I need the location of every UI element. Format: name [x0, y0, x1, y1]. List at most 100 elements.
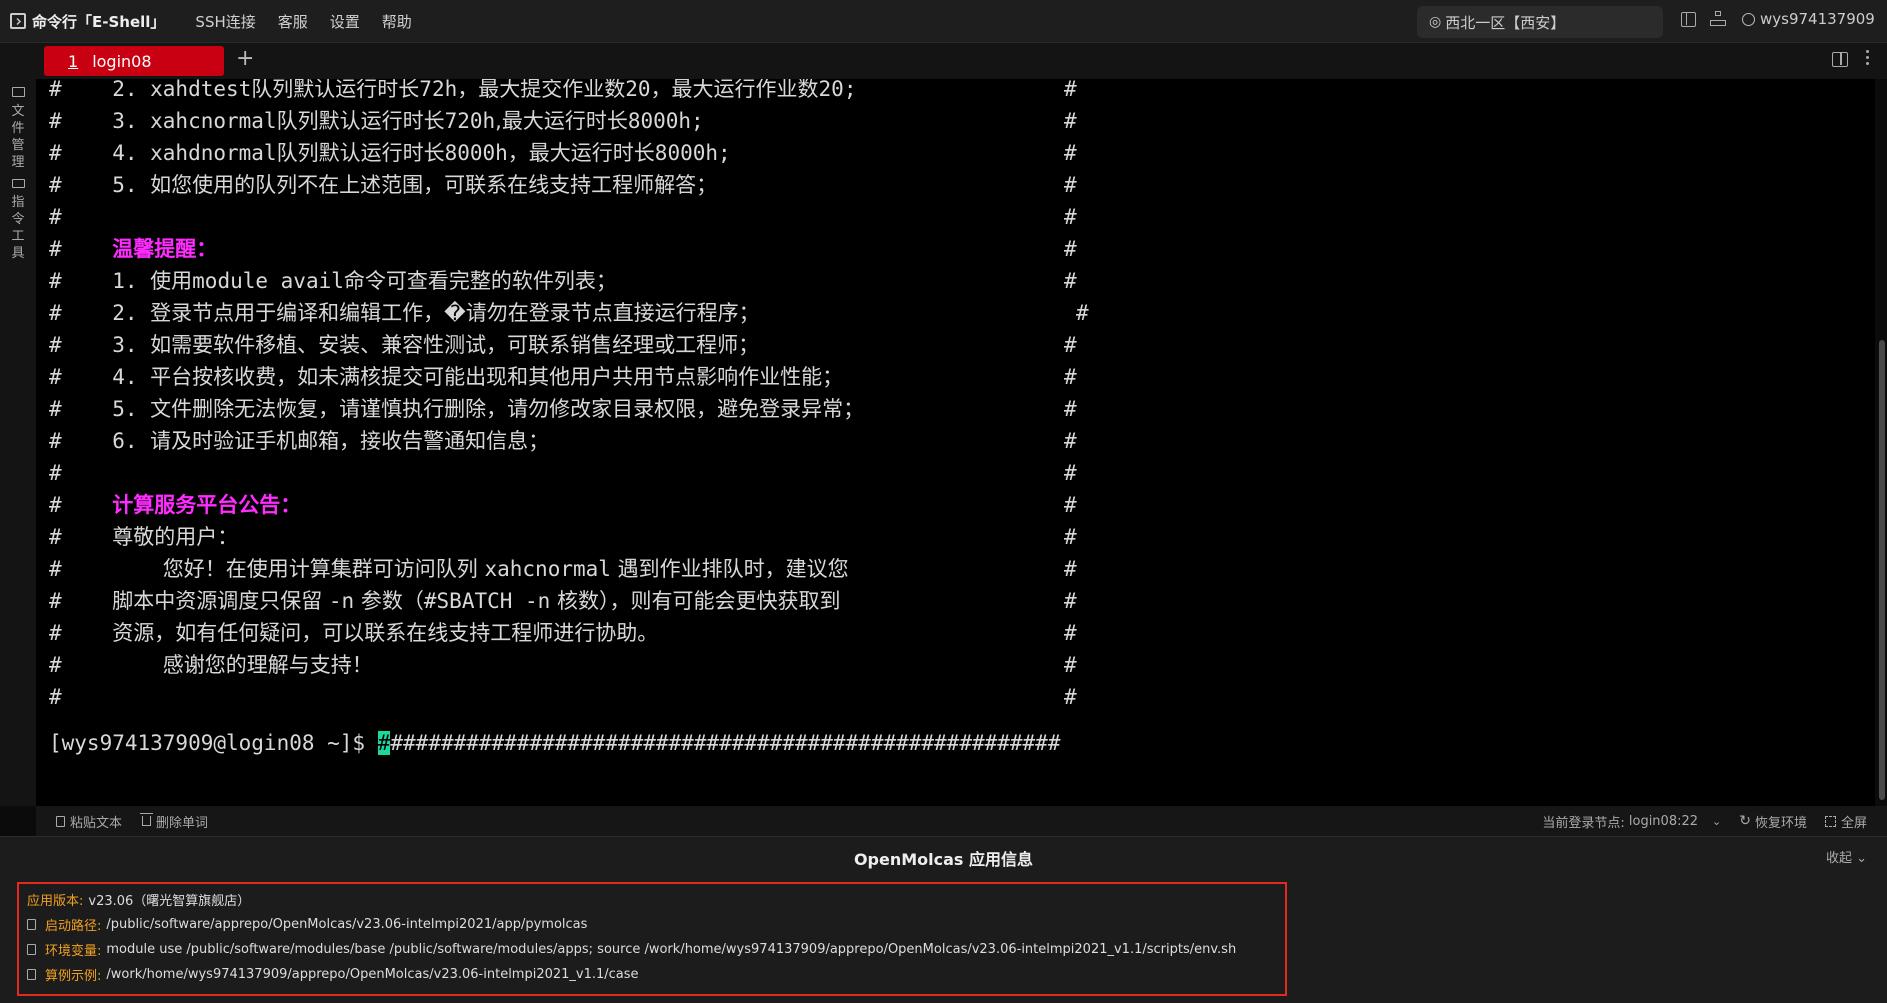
rail-char: 件 [11, 121, 25, 136]
line-prefix: # [49, 461, 62, 485]
delete-word-button[interactable]: 删除单词 [140, 812, 209, 831]
top-actions: wys974137909 [1681, 10, 1875, 28]
app-info-title: OpenMolcas 应用信息 [853, 850, 1034, 869]
tab-label: login08 [92, 51, 152, 71]
line-prefix: # 3. xahcnormal [49, 109, 277, 133]
fullscreen-button[interactable]: 全屏 [1824, 812, 1867, 831]
menu-help[interactable]: 帮助 [382, 11, 412, 32]
node-label: 当前登录节点: [1542, 815, 1625, 831]
terminal-line: # 您好！在使用计算集群可访问队列 xahcnormal 遇到作业排队时，建议您 [49, 553, 849, 585]
copy-icon[interactable] [27, 919, 36, 930]
user-menu[interactable]: wys974137909 [1742, 10, 1875, 28]
terminal-output[interactable]: [wys974137909@login08 ~]$ ##############… [36, 79, 1875, 806]
line-prefix: # [49, 557, 163, 581]
restore-env-button[interactable]: ↻ 恢复环境 [1739, 812, 1807, 831]
line-border-hash: # [1064, 461, 1077, 485]
layout-icon[interactable] [1681, 11, 1696, 27]
app-info-header: OpenMolcas 应用信息 收起 ⌄ [0, 836, 1887, 872]
line-text: 平台按核收费，如未满核提交可能出现和其他用户共用节点影响作业性能； [150, 365, 844, 389]
line-code: 72h [419, 79, 458, 101]
line-border-hash: # [1064, 205, 1077, 229]
terminal-line: # 感谢您的理解与支持！ [49, 649, 373, 681]
copy-icon[interactable] [27, 969, 36, 980]
terminal-line: # 资源，如有任何疑问，可以联系在线支持工程师进行协助。 [49, 617, 658, 649]
org-tree-icon[interactable] [1710, 11, 1726, 27]
info-label: 应用版本: [27, 894, 84, 909]
copy-icon[interactable] [27, 944, 36, 955]
info-label: 算例示例: [45, 969, 102, 984]
info-label: 环境变量: [45, 944, 102, 959]
collapse-button[interactable]: 收起 ⌄ [1826, 847, 1867, 866]
terminal-line: # 5. 文件删除无法恢复，请谨慎执行删除，请勿修改家目录权限，避免登录异常； [49, 393, 864, 425]
line-text: 命令可查看完整的软件列表； [343, 269, 617, 293]
collapse-label: 收起 [1825, 851, 1852, 866]
line-prefix: # 3. [49, 333, 151, 357]
line-text: 核数），则有可能会更快获取到 [550, 589, 841, 613]
menu-support[interactable]: 客服 [278, 11, 308, 32]
line-text: 使用 [150, 269, 193, 293]
rail-char: 文 [11, 104, 25, 119]
folder-icon [11, 87, 25, 97]
split-view-icon[interactable] [1832, 52, 1848, 67]
terminal-line: # 5. 如您使用的队列不在上述范围，可联系在线支持工程师解答； [49, 169, 717, 201]
delete-word-label: 删除单词 [156, 815, 209, 831]
line-code: xahcnormal [484, 557, 611, 581]
terminal-line: # 1. 使用module avail命令可查看完整的软件列表； [49, 265, 617, 297]
paste-text-button[interactable]: 粘贴文本 [56, 812, 122, 831]
sidebar-item-file-manager[interactable]: 文 件 管 理 [0, 87, 36, 171]
more-options-icon[interactable] [1866, 50, 1870, 65]
menu-settings[interactable]: 设置 [330, 11, 360, 32]
app-info-box: 应用版本: v23.06（曙光智算旗舰店） 启动路径: /public/softwar… [17, 882, 1287, 996]
info-row: 应用版本: v23.06（曙光智算旗舰店） [27, 890, 250, 909]
prompt-trailing: ########################################… [390, 731, 1061, 755]
region-icon: ◎ [1429, 14, 1442, 30]
line-code: module avail [192, 269, 344, 293]
tab-login08[interactable]: 1 login08 [44, 46, 224, 76]
line-text: 尊敬的用户： [112, 525, 239, 549]
line-border-hash: # [1064, 109, 1077, 133]
app-title: 命令行「E-Shell」 [32, 12, 166, 31]
add-tab-button[interactable]: + [236, 46, 254, 71]
terminal-line: # 3. xahcnormal队列默认运行时长720h,最大运行时长8000h; [49, 105, 704, 137]
chevron-down-icon: ⌄ [1856, 851, 1867, 866]
terminal-line: # [49, 201, 62, 233]
terminal-prompt-line: [wys974137909@login08 ~]$ ##############… [49, 727, 1060, 759]
terminal-line: # [49, 681, 62, 713]
line-code: -n [328, 589, 355, 613]
terminal-line: # 4. 平台按核收费，如未满核提交可能出现和其他用户共用节点影响作业性能； [49, 361, 843, 393]
sidebar-item-command-tools[interactable]: 指 令 工 具 [0, 179, 36, 262]
line-prefix: # [49, 685, 62, 709]
node-selector[interactable]: 当前登录节点: login08:22 ⌄ [1542, 812, 1721, 831]
line-prefix: # 6. [49, 429, 151, 453]
line-prefix: # [49, 589, 113, 613]
menu-ssh[interactable]: SSH连接 [195, 11, 255, 32]
terminal-line: # 3. 如需要软件移植、安装、兼容性测试，可联系销售经理或工程师； [49, 329, 759, 361]
line-border-hash: # [1064, 525, 1077, 549]
app-info-panel: 应用版本: v23.06（曙光智算旗舰店） 启动路径: /public/softwar… [0, 872, 1887, 1003]
line-border-hash: # [1064, 685, 1077, 709]
line-prefix: # [49, 493, 113, 517]
rail-char: 指 [11, 195, 25, 210]
line-prefix: # 5. [49, 173, 151, 197]
line-border-hash: # [1064, 589, 1077, 613]
line-border-hash: # [1064, 173, 1077, 197]
rail-char: 令 [11, 212, 25, 227]
terminal-line: # 4. xahdnormal队列默认运行时长8000h，最大运行时长8000h… [49, 137, 731, 169]
user-name: wys974137909 [1760, 10, 1875, 28]
line-text: ，最大运行作业数 [650, 79, 819, 101]
terminal-scrollbar[interactable] [1879, 340, 1885, 800]
section-heading: 温馨提醒： [112, 237, 218, 261]
paste-label: 粘贴文本 [70, 815, 123, 831]
user-icon [1742, 12, 1755, 26]
region-selector[interactable]: ◎ 西北一区【西安】 [1417, 6, 1663, 38]
line-text: 队列默认运行时长 [276, 109, 445, 133]
line-prefix: # [49, 237, 113, 261]
section-heading: 计算服务平台公告： [112, 493, 302, 517]
terminal-line: # 尊敬的用户： [49, 521, 238, 553]
line-border-hash: # [1076, 301, 1089, 325]
terminal-line: # 6. 请及时验证手机邮箱，接收告警通知信息； [49, 425, 549, 457]
info-value: /public/software/apprepo/OpenMolcas/v23.… [106, 917, 588, 932]
line-text: 登录节点用于编译和编辑工作，�请勿在登录节点直接运行程序； [150, 301, 760, 325]
line-text: 请及时验证手机邮箱，接收告警通知信息； [150, 429, 550, 453]
info-row: 环境变量: module use /public/software/modules… [27, 940, 1236, 959]
